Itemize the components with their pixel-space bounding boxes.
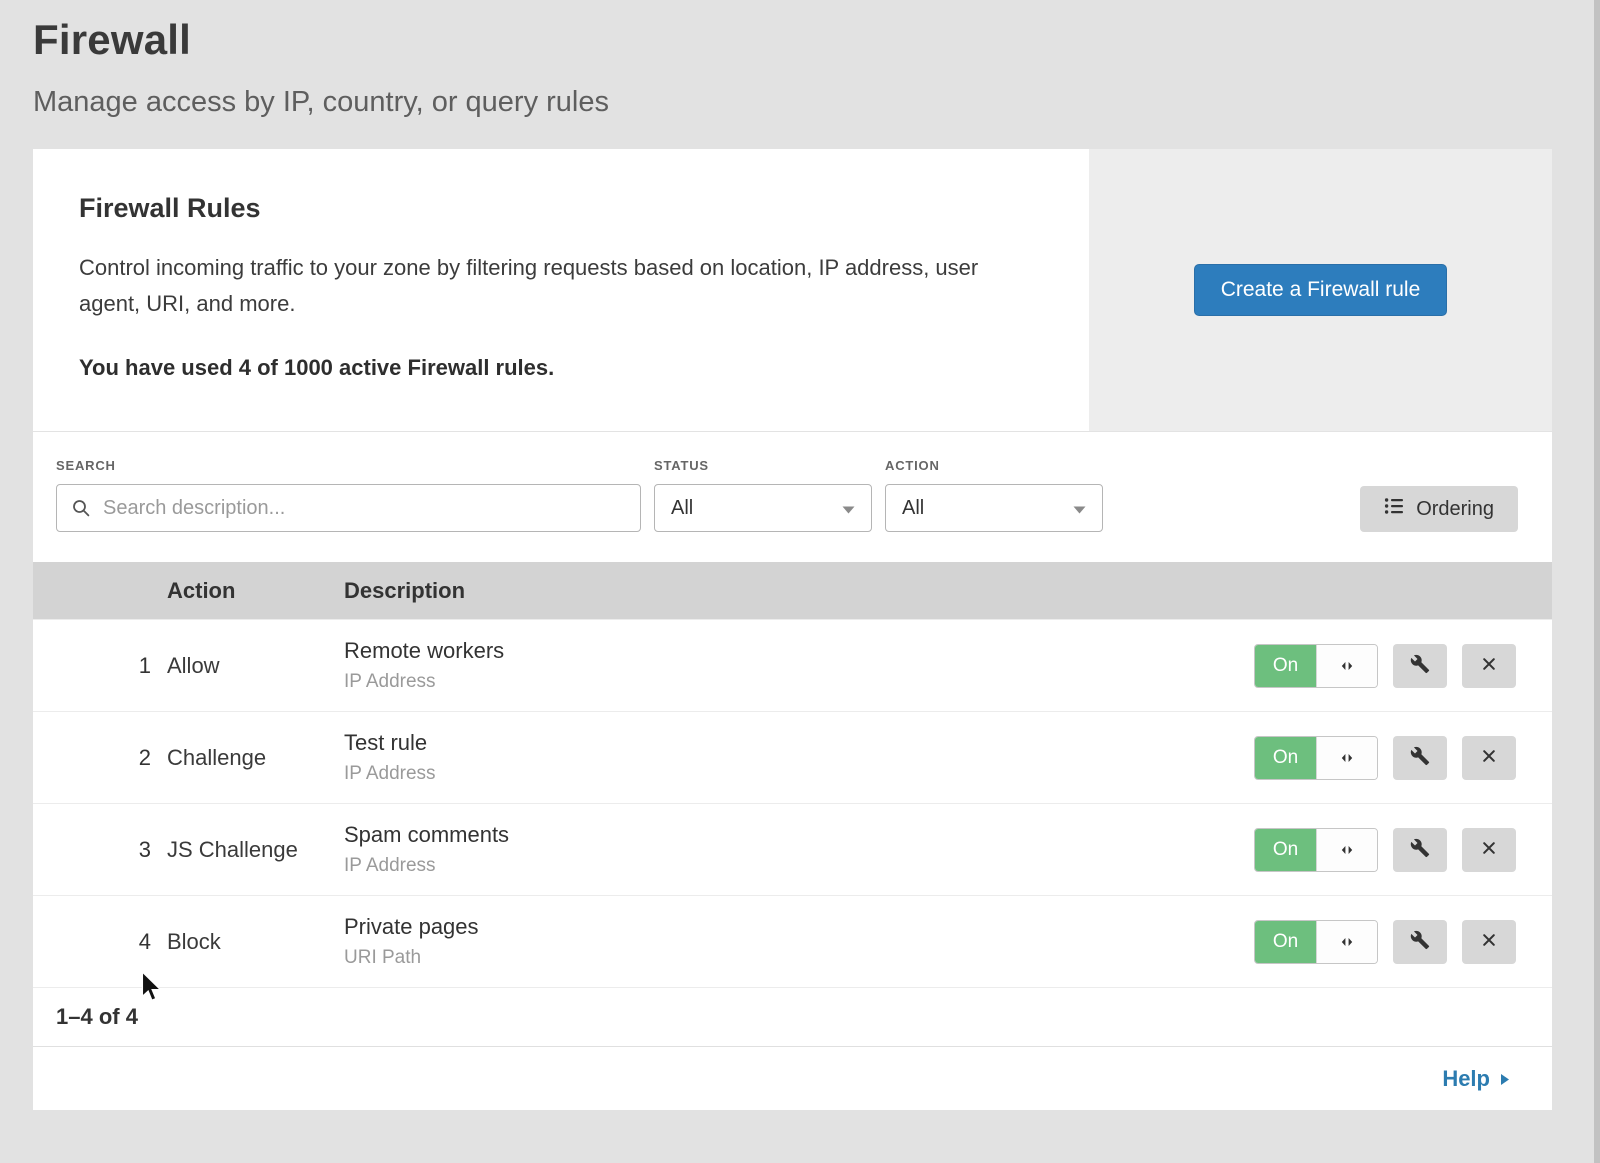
page-subtitle: Manage access by IP, country, or query r… (33, 86, 1600, 119)
toggle-arrows-icon[interactable] (1316, 737, 1377, 779)
cta-panel: Create a Firewall rule (1089, 149, 1552, 431)
ordering-button-label: Ordering (1416, 498, 1494, 521)
edit-rule-button[interactable] (1393, 644, 1447, 688)
status-label: STATUS (654, 458, 872, 473)
rule-description-cell: Remote workers IP Address (344, 638, 1232, 693)
rule-enabled-toggle[interactable]: On (1254, 736, 1378, 780)
toggle-on-label[interactable]: On (1255, 645, 1316, 687)
close-icon (1481, 840, 1497, 859)
create-firewall-rule-button[interactable]: Create a Firewall rule (1194, 264, 1448, 316)
rule-description: Test rule (344, 730, 1232, 756)
rule-description: Spam comments (344, 822, 1232, 848)
status-select-value: All (671, 497, 693, 520)
rule-field: URI Path (344, 947, 1232, 969)
usage-summary: You have used 4 of 1000 active Firewall … (79, 355, 1029, 381)
help-arrow-icon (1500, 1066, 1510, 1092)
column-header-description: Description (344, 578, 1232, 604)
help-row: Help (33, 1046, 1552, 1110)
rule-field: IP Address (344, 671, 1232, 693)
delete-rule-button[interactable] (1462, 828, 1516, 872)
search-input[interactable] (56, 484, 641, 532)
status-group: STATUS All (654, 458, 872, 532)
ordering-button[interactable]: Ordering (1360, 486, 1518, 532)
rule-controls: On (1232, 920, 1552, 964)
column-header-action: Action (167, 578, 344, 604)
close-icon (1481, 932, 1497, 951)
rule-action: JS Challenge (167, 837, 344, 863)
rule-action: Block (167, 929, 344, 955)
rule-action: Challenge (167, 745, 344, 771)
chevron-down-icon (842, 497, 855, 520)
toggle-arrows-icon[interactable] (1316, 829, 1377, 871)
firewall-page: Firewall Manage access by IP, country, o… (0, 0, 1600, 1163)
help-link[interactable]: Help (1442, 1066, 1510, 1092)
edit-rule-button[interactable] (1393, 920, 1447, 964)
rule-controls: On (1232, 736, 1552, 780)
rule-description-cell: Private pages URI Path (344, 914, 1232, 969)
chevron-down-icon (1073, 497, 1086, 520)
table-row: 3 JS Challenge Spam comments IP Address … (33, 803, 1552, 895)
wrench-icon (1410, 838, 1430, 861)
rule-description-cell: Spam comments IP Address (344, 822, 1232, 877)
pagination-label: 1–4 of 4 (33, 987, 1552, 1046)
firewall-rules-card: Firewall Rules Control incoming traffic … (33, 149, 1552, 1110)
search-icon (71, 498, 91, 523)
rule-description-cell: Test rule IP Address (344, 730, 1232, 785)
rule-enabled-toggle[interactable]: On (1254, 920, 1378, 964)
rule-enabled-toggle[interactable]: On (1254, 644, 1378, 688)
table-row: 4 Block Private pages URI Path On (33, 895, 1552, 987)
rule-priority: 2 (33, 745, 167, 771)
edit-rule-button[interactable] (1393, 828, 1447, 872)
close-icon (1481, 748, 1497, 767)
page-title: Firewall (33, 16, 1600, 64)
table-header: Action Description (33, 562, 1552, 619)
rule-priority: 3 (33, 837, 167, 863)
action-label: ACTION (885, 458, 1103, 473)
close-icon (1481, 656, 1497, 675)
rule-enabled-toggle[interactable]: On (1254, 828, 1378, 872)
rule-controls: On (1232, 828, 1552, 872)
action-select[interactable]: All (885, 484, 1103, 532)
toggle-arrows-icon[interactable] (1316, 921, 1377, 963)
rule-controls: On (1232, 644, 1552, 688)
rule-field: IP Address (344, 763, 1232, 785)
toggle-arrows-icon[interactable] (1316, 645, 1377, 687)
wrench-icon (1410, 654, 1430, 677)
delete-rule-button[interactable] (1462, 644, 1516, 688)
card-top-section: Firewall Rules Control incoming traffic … (33, 149, 1552, 432)
card-title: Firewall Rules (79, 193, 1029, 224)
rule-description: Remote workers (344, 638, 1232, 664)
search-label: SEARCH (56, 458, 641, 473)
table-row: 1 Allow Remote workers IP Address On (33, 619, 1552, 711)
wrench-icon (1410, 746, 1430, 769)
rule-priority: 4 (33, 929, 167, 955)
page-header: Firewall Manage access by IP, country, o… (0, 0, 1600, 119)
rule-priority: 1 (33, 653, 167, 679)
search-group: SEARCH (56, 458, 641, 532)
filter-bar: SEARCH STATUS All ACTION (33, 432, 1552, 562)
delete-rule-button[interactable] (1462, 736, 1516, 780)
rule-action: Allow (167, 653, 344, 679)
delete-rule-button[interactable] (1462, 920, 1516, 964)
wrench-icon (1410, 930, 1430, 953)
card-intro: Firewall Rules Control incoming traffic … (33, 149, 1089, 431)
rule-description: Private pages (344, 914, 1232, 940)
status-select[interactable]: All (654, 484, 872, 532)
toggle-on-label[interactable]: On (1255, 829, 1316, 871)
card-description: Control incoming traffic to your zone by… (79, 250, 1029, 321)
toggle-on-label[interactable]: On (1255, 737, 1316, 779)
edit-rule-button[interactable] (1393, 736, 1447, 780)
action-group: ACTION All (885, 458, 1103, 532)
help-link-label: Help (1442, 1066, 1490, 1092)
rule-field: IP Address (344, 855, 1232, 877)
action-select-value: All (902, 497, 924, 520)
ordering-list-icon (1384, 496, 1404, 522)
table-row: 2 Challenge Test rule IP Address On (33, 711, 1552, 803)
toggle-on-label[interactable]: On (1255, 921, 1316, 963)
